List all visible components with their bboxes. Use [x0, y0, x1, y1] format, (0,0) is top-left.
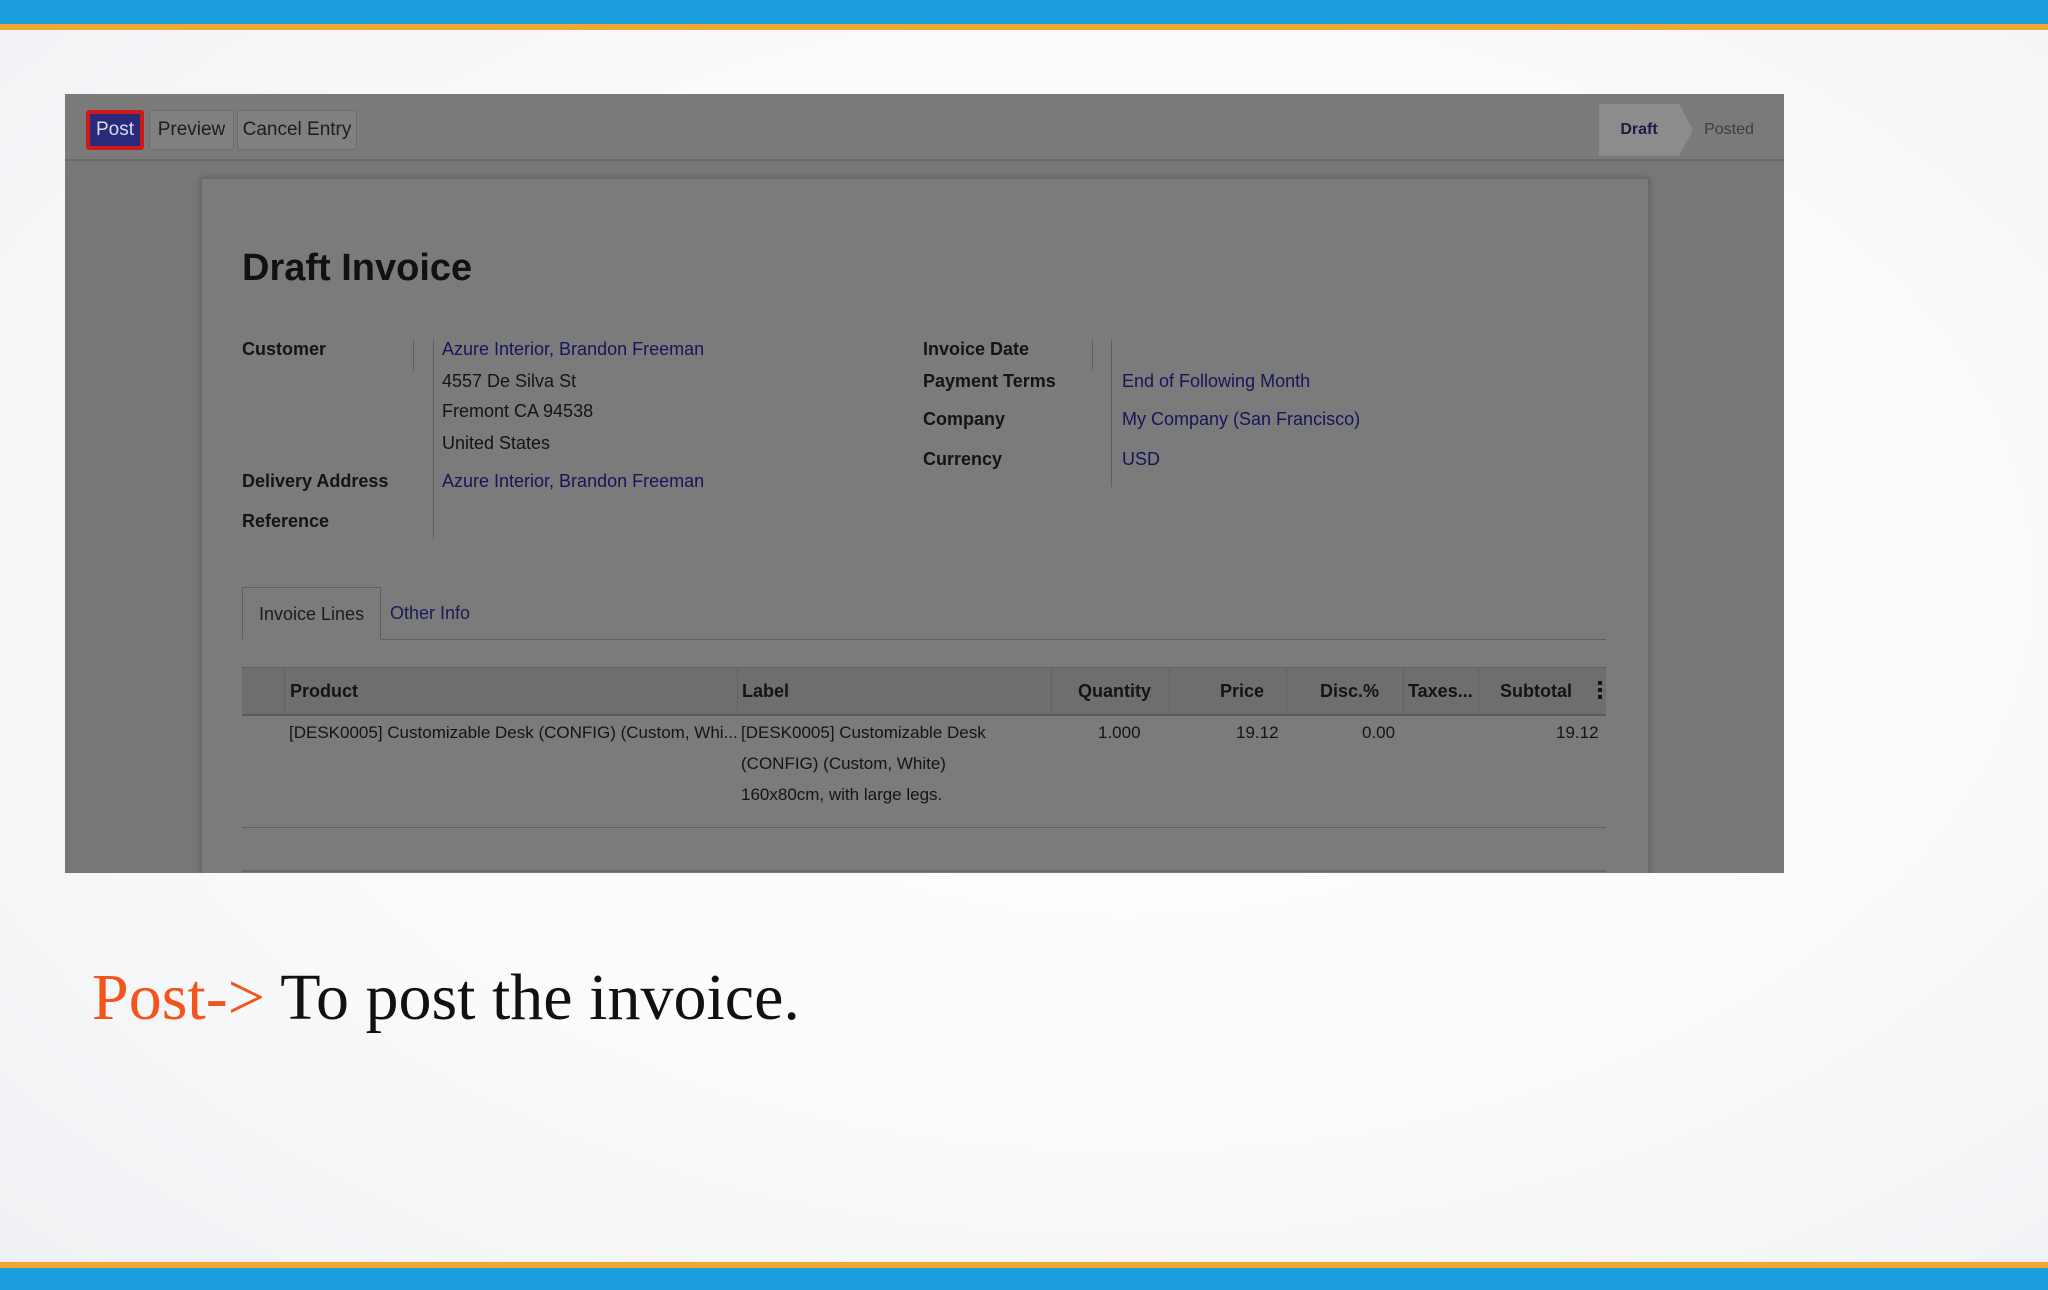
post-button[interactable]: Post: [86, 110, 144, 150]
invoice-screenshot: Post Preview Cancel Entry Draft Posted D…: [65, 94, 1784, 873]
reference-label: Reference: [242, 511, 330, 531]
currency-label: Currency: [923, 449, 1003, 469]
payment-terms-field[interactable]: End of Following Month: [1122, 371, 1310, 392]
row-label-line: 160x80cm, with large legs.: [741, 785, 943, 804]
reference-field[interactable]: [442, 511, 742, 533]
column-header-product[interactable]: Product: [290, 668, 358, 714]
customer-label: Customer: [242, 339, 327, 359]
cancel-entry-button[interactable]: Cancel Entry: [237, 110, 357, 150]
status-draft[interactable]: Draft: [1599, 104, 1693, 156]
row-product: [DESK0005] Customizable Desk (CONFIG) (C…: [289, 723, 738, 742]
optional-columns-icon[interactable]: [1598, 681, 1602, 701]
column-header-discount[interactable]: Disc.%: [1320, 668, 1379, 714]
column-separator: [1169, 668, 1170, 714]
delivery-address-field[interactable]: Azure Interior, Brandon Freeman: [442, 471, 704, 492]
field-divider: [413, 339, 414, 371]
status-posted[interactable]: Posted: [1694, 104, 1764, 156]
company-label: Company: [923, 409, 1006, 429]
preview-button[interactable]: Preview: [149, 110, 234, 150]
tab-invoice-lines[interactable]: Invoice Lines: [242, 587, 382, 640]
field-divider: [1111, 339, 1112, 487]
column-header-subtotal[interactable]: Subtotal: [1500, 668, 1572, 714]
tab-other-info[interactable]: Other Info: [374, 587, 486, 639]
row-divider: [242, 827, 1606, 828]
column-separator: [1478, 668, 1479, 714]
row-label-line: (CONFIG) (Custom, White): [741, 754, 946, 773]
column-header-price[interactable]: Price: [1220, 668, 1264, 714]
invoice-tabs: Invoice Lines Other Info: [242, 587, 1606, 640]
caption-keyword: Post->: [92, 961, 265, 1034]
row-discount: 0.00: [1362, 723, 1396, 742]
column-header-taxes[interactable]: Taxes...: [1408, 668, 1473, 714]
bottom-banner: [0, 1262, 2048, 1290]
invoice-date-field[interactable]: [1122, 339, 1422, 361]
column-separator: [1051, 668, 1052, 714]
row-label-line: [DESK0005] Customizable Desk: [741, 723, 986, 742]
column-header-label[interactable]: Label: [742, 668, 789, 714]
invoice-date-label: Invoice Date: [923, 339, 1030, 359]
field-divider: [1092, 339, 1093, 371]
bottom-banner-stripe: [0, 1262, 2048, 1268]
customer-address-line: 4557 De Silva St: [442, 371, 577, 391]
column-separator: [737, 668, 738, 714]
top-banner: [0, 0, 2048, 30]
row-price: 19.12: [1236, 723, 1279, 742]
column-separator: [284, 668, 285, 714]
payment-terms-label: Payment Terms: [923, 371, 1056, 391]
currency-field[interactable]: USD: [1122, 449, 1160, 470]
company-field[interactable]: My Company (San Francisco): [1122, 409, 1360, 430]
invoice-sheet: Draft Invoice Customer Azure Interior, B…: [201, 178, 1649, 873]
column-separator: [1403, 668, 1404, 714]
delivery-address-label: Delivery Address: [242, 471, 389, 491]
column-header-quantity[interactable]: Quantity: [1078, 668, 1151, 714]
row-subtotal: 19.12: [1556, 723, 1599, 742]
customer-field[interactable]: Azure Interior, Brandon Freeman: [442, 339, 704, 360]
column-separator: [1286, 668, 1287, 714]
customer-address-line: Fremont CA 94538: [442, 401, 594, 421]
control-panel: Post Preview Cancel Entry Draft Posted: [65, 94, 1784, 161]
top-banner-stripe: [0, 24, 2048, 30]
table-header: Product Label Quantity Price Disc.% Taxe…: [242, 667, 1606, 716]
caption-text: To post the invoice.: [264, 961, 800, 1034]
page-title: Draft Invoice: [242, 247, 473, 289]
customer-address-line: United States: [442, 433, 551, 453]
slide-caption: Post-> To post the invoice.: [92, 960, 800, 1036]
table-footer-divider: [242, 870, 1606, 872]
field-divider: [433, 339, 434, 539]
row-quantity: 1.000: [1098, 723, 1141, 742]
